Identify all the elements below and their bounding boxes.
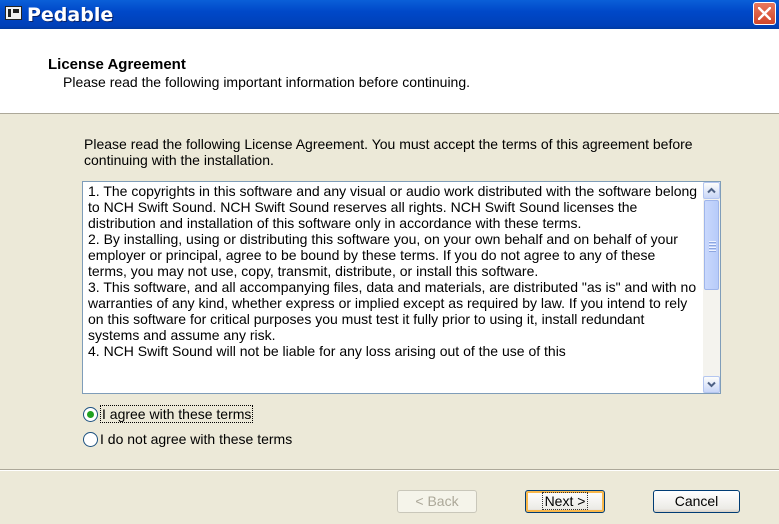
title-bar[interactable]: Pedable xyxy=(0,0,779,29)
app-icon xyxy=(5,6,22,20)
disagree-radio-button[interactable] xyxy=(83,432,98,447)
scroll-grip xyxy=(709,241,716,253)
back-button-label: < Back xyxy=(415,493,459,509)
cancel-button[interactable]: Cancel xyxy=(653,490,740,513)
footer-divider xyxy=(0,469,779,471)
cancel-button-label: Cancel xyxy=(674,493,719,509)
next-button-label: Next > xyxy=(541,492,589,510)
license-text: 1. The copyrights in this software and a… xyxy=(88,183,698,359)
agree-radio-button[interactable] xyxy=(83,407,98,422)
chevron-down-icon xyxy=(707,381,716,388)
disagree-radio-option[interactable]: I do not agree with these terms xyxy=(83,431,363,450)
chevron-up-icon xyxy=(707,187,716,194)
next-button[interactable]: Next > xyxy=(525,490,605,513)
scroll-down-button[interactable] xyxy=(703,376,720,393)
license-text-area[interactable]: 1. The copyrights in this software and a… xyxy=(82,181,721,394)
agree-radio-label[interactable]: I agree with these terms xyxy=(100,405,254,423)
intro-text: Please read the following License Agreem… xyxy=(84,136,693,168)
window-title: Pedable xyxy=(27,4,114,26)
scroll-up-button[interactable] xyxy=(703,182,720,199)
close-button[interactable] xyxy=(753,2,776,25)
vertical-scrollbar[interactable] xyxy=(703,182,720,393)
close-icon xyxy=(758,7,771,20)
agree-radio-option[interactable]: I agree with these terms xyxy=(83,405,333,425)
scroll-thumb[interactable] xyxy=(704,200,719,290)
page-title: License Agreement xyxy=(48,56,186,73)
page-subtitle: Please read the following important info… xyxy=(63,74,471,90)
disagree-radio-label[interactable]: I do not agree with these terms xyxy=(100,431,292,447)
wizard-header: License Agreement Please read the follow… xyxy=(0,29,779,114)
back-button[interactable]: < Back xyxy=(397,490,477,513)
